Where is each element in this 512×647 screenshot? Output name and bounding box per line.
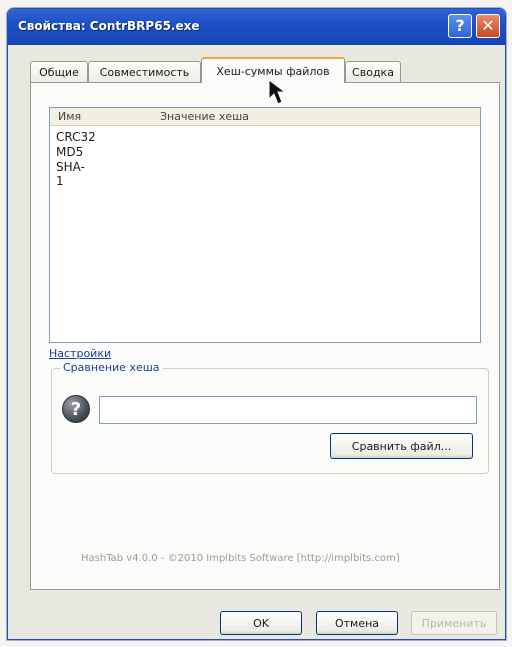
hash-list[interactable]: Имя Значение хеша CRC32 MD5 SHA-1: [49, 107, 481, 343]
question-icon: ?: [62, 395, 90, 423]
tab-panel-file-hashes: Имя Значение хеша CRC32 MD5 SHA-1 Настро…: [30, 82, 500, 590]
cancel-button[interactable]: Отмена: [316, 611, 398, 635]
column-header-hash-value[interactable]: Значение хеша: [160, 110, 249, 123]
column-header-name[interactable]: Имя: [58, 110, 81, 123]
credit-text: HashTab v4.0.0 - ©2010 Implbits Software…: [81, 553, 400, 564]
close-icon: ✕: [481, 16, 495, 35]
title-bar[interactable]: Свойства: ContrBRP65.exe ? ✕: [8, 9, 505, 45]
hash-list-header: Имя Значение хеша: [50, 108, 480, 126]
tab-general[interactable]: Общие: [30, 61, 88, 83]
window-title: Свойства: ContrBRP65.exe: [18, 19, 200, 33]
settings-link[interactable]: Настройки: [49, 347, 111, 360]
close-button[interactable]: ✕: [476, 14, 500, 38]
help-icon: ?: [455, 16, 465, 35]
help-button[interactable]: ?: [448, 14, 472, 38]
mouse-pointer-icon: [268, 79, 287, 105]
apply-button[interactable]: Применить: [411, 611, 497, 635]
hash-compare-input[interactable]: [99, 396, 477, 424]
list-item-md5[interactable]: MD5: [56, 145, 83, 159]
properties-dialog: Свойства: ContrBRP65.exe ? ✕ Общие Совме…: [7, 8, 506, 640]
hash-compare-label: Сравнение хеша: [60, 361, 163, 374]
list-item-sha1[interactable]: SHA-1: [56, 160, 85, 188]
list-item-crc32[interactable]: CRC32: [56, 130, 96, 144]
tab-compatibility[interactable]: Совместимость: [88, 61, 201, 83]
tab-strip: Общие Совместимость Хеш-суммы файлов Сво…: [30, 57, 500, 83]
compare-file-button[interactable]: Сравнить файл...: [330, 433, 473, 459]
ok-button[interactable]: OK: [220, 611, 302, 635]
hash-compare-group: Сравнение хеша ? Сравнить файл...: [51, 361, 489, 474]
tab-summary[interactable]: Сводка: [345, 61, 401, 83]
